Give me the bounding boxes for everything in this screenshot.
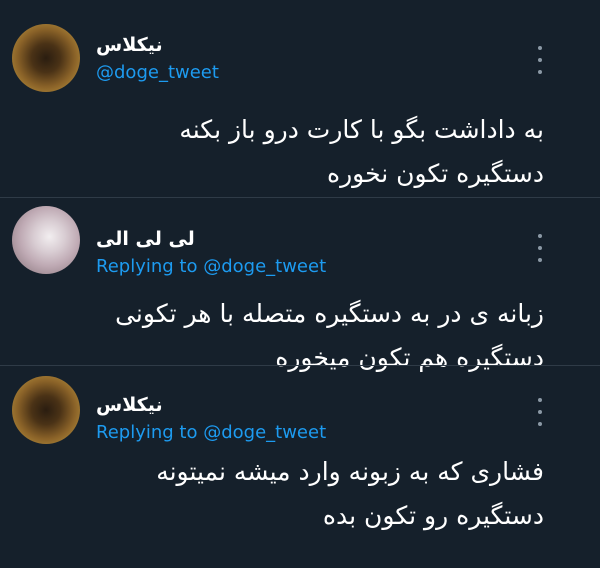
more-vertical-icon[interactable]	[532, 234, 548, 262]
tweet-text-line: زبانه ی در به دستگیره متصله با هر تکونی	[115, 299, 544, 328]
replying-to-handle[interactable]: @doge_tweet	[203, 422, 326, 443]
tweet-text: به داداشت بگو با کارت درو باز بکنه دستگی…	[74, 108, 544, 196]
replying-to-label: Replying to	[96, 422, 204, 443]
tweet-text-line: دستگیره تکون نخوره	[327, 159, 544, 188]
replying-to: Replying to @doge_tweet	[96, 422, 326, 443]
tweet-2[interactable]: لی لی الی Replying to @doge_tweet زبانه …	[0, 198, 600, 372]
more-vertical-icon[interactable]	[532, 46, 548, 74]
tweet-text-line: فشاری که به زبونه وارد میشه نمیتونه	[156, 457, 544, 486]
author-name[interactable]: نیکلاس	[96, 394, 163, 416]
replying-to-handle[interactable]: @doge_tweet	[203, 256, 326, 277]
author-name[interactable]: لی لی الی	[96, 228, 195, 250]
more-vertical-icon[interactable]	[532, 398, 548, 426]
tweet-3[interactable]: نیکلاس Replying to @doge_tweet فشاری که …	[0, 366, 600, 568]
replying-to: Replying to @doge_tweet	[96, 256, 326, 277]
tweet-1[interactable]: نیکلاس @doge_tweet به داداشت بگو با کارت…	[0, 0, 600, 195]
replying-to-label: Replying to	[96, 256, 204, 277]
avatar[interactable]	[12, 376, 80, 444]
avatar[interactable]	[12, 24, 80, 92]
author-handle[interactable]: @doge_tweet	[96, 62, 219, 83]
tweet-text: فشاری که به زبونه وارد میشه نمیتونه دستگ…	[74, 450, 544, 538]
author-name[interactable]: نیکلاس	[96, 34, 163, 56]
avatar[interactable]	[12, 206, 80, 274]
tweet-text-line: دستگیره رو تکون بده	[322, 501, 544, 530]
tweet-text-line: به داداشت بگو با کارت درو باز بکنه	[179, 115, 544, 144]
